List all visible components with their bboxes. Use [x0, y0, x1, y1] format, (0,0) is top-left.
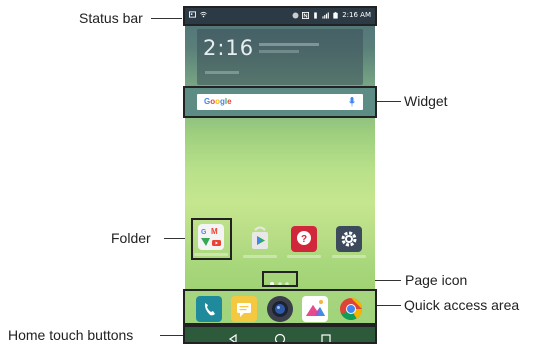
clock-widget[interactable]: 2:16 — [197, 29, 363, 85]
weather-info-placeholder — [259, 43, 319, 46]
callout-line-quick-access — [377, 305, 401, 306]
svg-text:?: ? — [301, 234, 307, 245]
gear-icon[interactable] — [336, 226, 362, 252]
help-icon[interactable]: ? — [291, 226, 317, 252]
callout-status-bar: Status bar — [79, 10, 143, 26]
callout-widget: Widget — [404, 93, 448, 109]
callout-folder: Folder — [111, 230, 151, 246]
highlight-home-touch — [183, 325, 377, 344]
callout-line-status-bar — [151, 18, 182, 19]
help-label — [287, 255, 321, 258]
clock-time: 2:16 — [203, 36, 255, 60]
highlight-quick-access — [183, 289, 377, 325]
weather-detail-placeholder — [259, 50, 299, 53]
callout-line-widget — [377, 101, 401, 102]
callout-home-touch: Home touch buttons — [8, 327, 134, 343]
highlight-page-icon — [262, 271, 298, 287]
callout-line-home-touch — [160, 335, 183, 336]
play-store-label — [243, 255, 277, 258]
callout-quick-access: Quick access area — [404, 297, 520, 313]
highlight-folder — [191, 218, 232, 260]
play-store-icon[interactable] — [247, 226, 273, 252]
settings-label — [332, 255, 366, 258]
highlight-status-bar — [183, 6, 377, 26]
date-placeholder — [205, 71, 239, 74]
callout-page-icon: Page icon — [405, 272, 468, 288]
highlight-widget — [183, 86, 377, 118]
